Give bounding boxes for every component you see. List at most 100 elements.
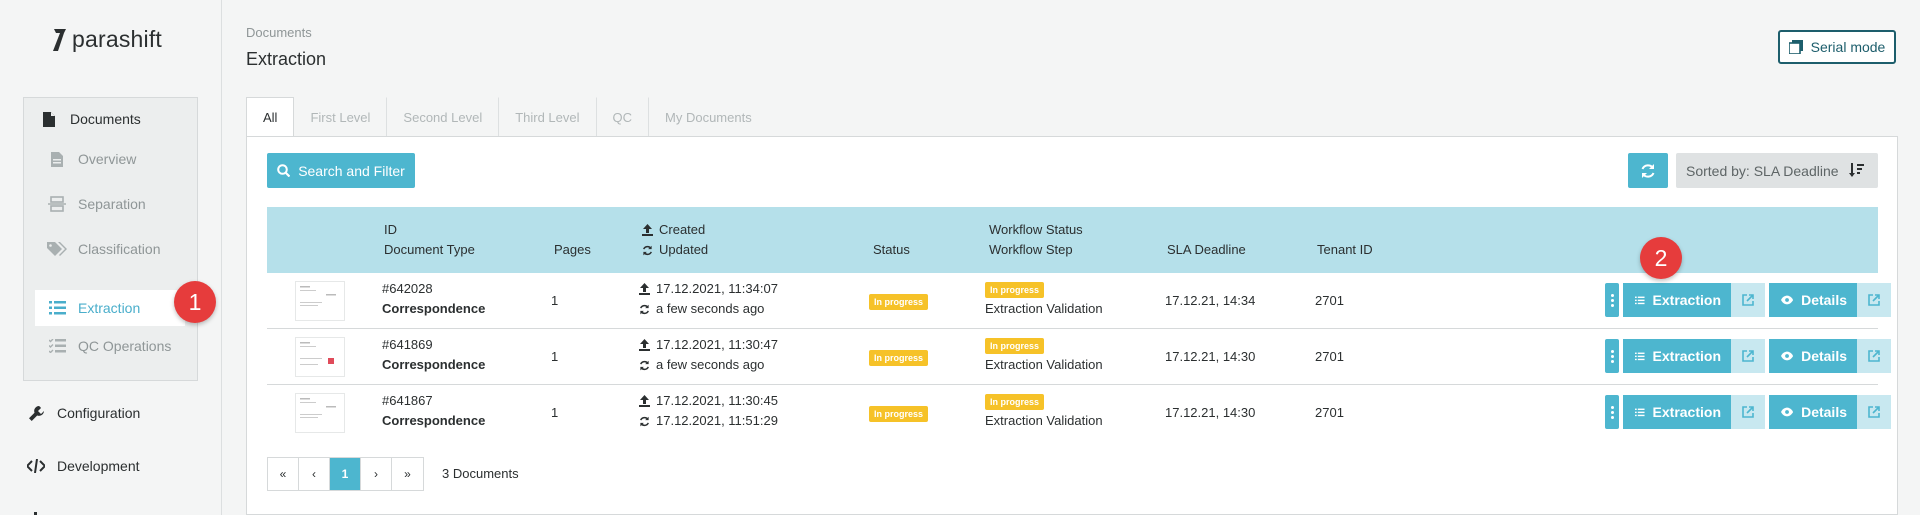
page-first-button[interactable]: « — [268, 458, 299, 490]
page-prev-button[interactable]: ‹ — [299, 458, 330, 490]
logo[interactable]: parashift — [52, 26, 162, 53]
checklist-icon — [46, 337, 68, 355]
updated-date: a few seconds ago — [656, 357, 765, 372]
col-created-updated[interactable]: Created Updated — [642, 220, 708, 260]
details-button[interactable]: Details — [1769, 283, 1857, 317]
refresh-button[interactable] — [1628, 153, 1668, 188]
separation-icon — [46, 195, 68, 213]
callout-badge-1: 1 — [174, 281, 216, 323]
parashift-logo-icon — [53, 28, 66, 51]
tab-first-level[interactable]: First Level — [294, 97, 388, 137]
row-menu-button[interactable] — [1605, 283, 1619, 317]
sidebar-item-documents[interactable]: Documents — [38, 110, 211, 128]
cell-created-updated: 17.12.2021, 11:30:47 a few seconds ago — [639, 335, 778, 375]
details-button[interactable]: Details — [1769, 395, 1857, 429]
extraction-button[interactable]: Extraction — [1623, 395, 1731, 429]
cell-status: In progress — [869, 403, 929, 423]
header-sla-deadline[interactable]: SLA Deadline — [1167, 240, 1246, 260]
document-id[interactable]: #641869 — [382, 335, 485, 355]
details-open-new-button[interactable] — [1857, 339, 1891, 373]
col-workflow[interactable]: Workflow Status Workflow Step — [989, 220, 1083, 260]
sidebar-item-separation[interactable]: Separation — [46, 195, 219, 213]
header-workflow-status: Workflow Status — [989, 222, 1083, 237]
breadcrumb[interactable]: Documents — [246, 25, 312, 40]
external-link-icon — [1868, 294, 1880, 306]
extraction-open-new-button[interactable] — [1731, 395, 1765, 429]
document-id[interactable]: #641867 — [382, 391, 485, 411]
table-header: ID Document Type Pages Created Updated S… — [267, 207, 1878, 273]
document-thumbnail[interactable] — [295, 337, 345, 377]
chart-icon — [25, 508, 47, 515]
status-badge: In progress — [869, 406, 929, 422]
document-type: Correspondence — [382, 301, 486, 316]
tab-my-documents[interactable]: My Documents — [649, 97, 768, 137]
sidebar-item-label: Development — [57, 458, 140, 474]
extraction-button[interactable]: Extraction — [1623, 283, 1731, 317]
details-open-new-button[interactable] — [1857, 283, 1891, 317]
tab-qc[interactable]: QC — [597, 97, 650, 137]
extraction-open-new-button[interactable] — [1731, 283, 1765, 317]
details-action: Details — [1769, 395, 1891, 429]
search-filter-button[interactable]: Search and Filter — [267, 153, 415, 188]
page-title: Extraction — [246, 49, 327, 69]
cell-pages: 1 — [551, 293, 559, 308]
sync-icon — [640, 360, 649, 370]
details-button[interactable]: Details — [1769, 339, 1857, 373]
row-menu-button[interactable] — [1605, 395, 1619, 429]
list-icon — [1635, 352, 1645, 360]
upload-icon — [639, 395, 650, 407]
details-open-new-button[interactable] — [1857, 395, 1891, 429]
sidebar-item-development[interactable]: Development — [25, 457, 140, 475]
sidebar-item-label: Overview — [78, 151, 137, 167]
header-updated: Updated — [659, 242, 709, 257]
page-next-button[interactable]: › — [361, 458, 392, 490]
sidebar-item-qc-operations[interactable]: QC Operations — [46, 337, 219, 355]
sidebar-item-configuration[interactable]: Configuration — [25, 404, 140, 422]
sidebar-item-overview[interactable]: Overview — [46, 150, 219, 168]
updated-date: a few seconds ago — [656, 301, 765, 316]
sidebar-item-more[interactable] — [25, 508, 57, 515]
page-last-button[interactable]: » — [392, 458, 423, 490]
external-link-icon — [1868, 350, 1880, 362]
workflow-step: Extraction Validation — [985, 413, 1103, 428]
workflow-status-badge: In progress — [985, 394, 1045, 410]
header-pages[interactable]: Pages — [554, 240, 591, 260]
cell-workflow: In progress Extraction Validation — [985, 335, 1103, 375]
tab-third-level[interactable]: Third Level — [499, 97, 597, 137]
table-row[interactable]: #641869 Correspondence 1 17.12.2021, 11:… — [267, 329, 1891, 385]
document-thumbnail[interactable] — [295, 393, 345, 433]
external-link-icon — [1868, 406, 1880, 418]
cell-status: In progress — [869, 291, 929, 311]
page-current-button[interactable]: 1 — [330, 458, 361, 490]
cell-id-type: #641869 Correspondence — [382, 335, 485, 375]
tab-second-level[interactable]: Second Level — [387, 97, 500, 137]
extraction-open-new-button[interactable] — [1731, 339, 1765, 373]
updated-date: 17.12.2021, 11:51:29 — [656, 413, 778, 428]
sidebar-item-classification[interactable]: Classification — [46, 240, 219, 258]
sort-dropdown[interactable]: Sorted by: SLA Deadline — [1676, 153, 1878, 188]
document-icon — [38, 110, 60, 128]
document-type: Correspondence — [382, 413, 486, 428]
table-row[interactable]: #641867 Correspondence 1 17.12.2021, 11:… — [267, 385, 1891, 441]
header-tenant-id[interactable]: Tenant ID — [1317, 240, 1373, 260]
sidebar-item-extraction[interactable]: Extraction — [35, 290, 185, 326]
list-icon — [46, 299, 68, 317]
logo-text: parashift — [72, 26, 163, 52]
status-badge: In progress — [869, 294, 929, 310]
serial-mode-button[interactable]: Serial mode — [1778, 30, 1896, 64]
details-action: Details — [1769, 339, 1891, 373]
cell-pages: 1 — [551, 349, 559, 364]
col-id-type[interactable]: ID Document Type — [384, 220, 475, 260]
header-status[interactable]: Status — [873, 240, 910, 260]
row-menu-button[interactable] — [1605, 339, 1619, 373]
cell-sla: 17.12.21, 14:30 — [1165, 349, 1256, 364]
table-row[interactable]: #642028 Correspondence 1 17.12.2021, 11:… — [267, 273, 1891, 329]
search-filter-label: Search and Filter — [298, 162, 405, 179]
sync-icon — [643, 245, 652, 255]
documents-nav-group: Documents Overview Separation Classifica… — [23, 97, 198, 381]
extraction-button[interactable]: Extraction — [1623, 339, 1731, 373]
tab-all[interactable]: All — [246, 97, 295, 137]
document-id[interactable]: #642028 — [382, 279, 485, 299]
details-label: Details — [1801, 292, 1847, 308]
document-thumbnail[interactable] — [295, 281, 345, 321]
